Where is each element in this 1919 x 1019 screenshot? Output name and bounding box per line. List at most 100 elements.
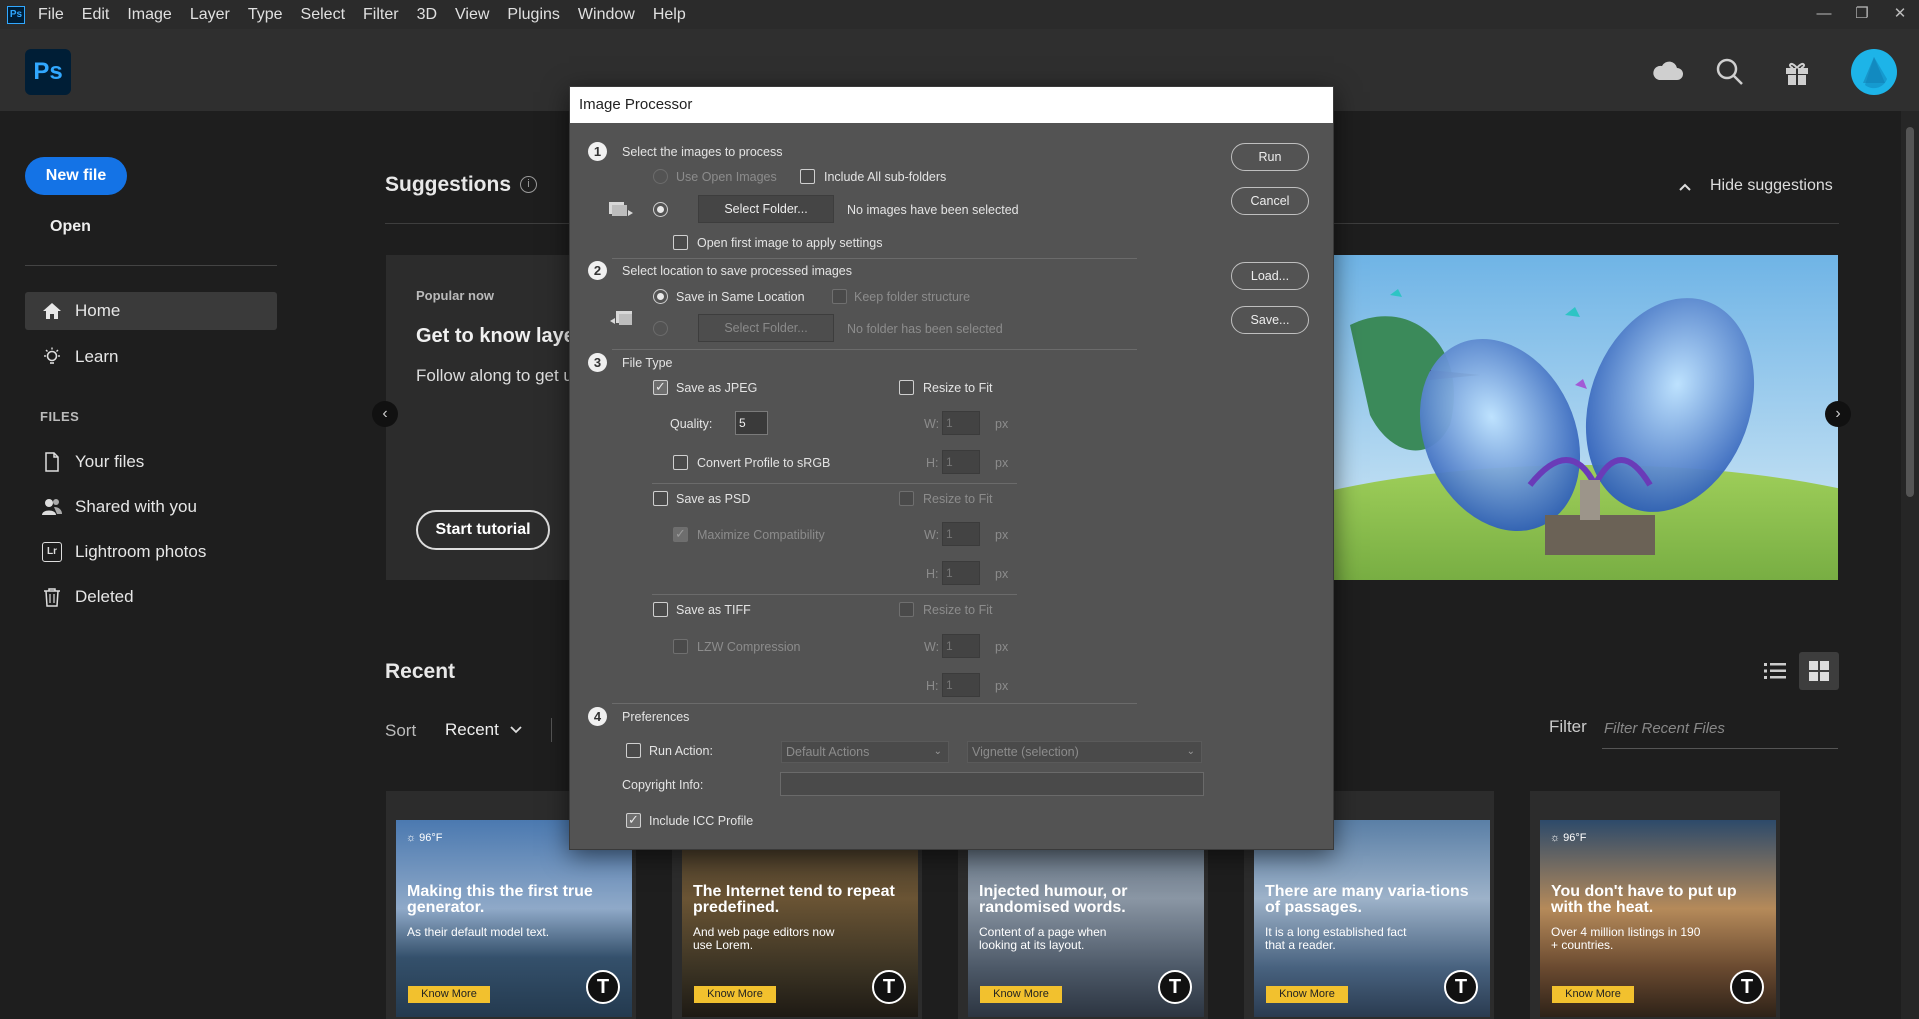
load-button[interactable]: Load... — [1231, 262, 1309, 290]
use-open-images-radio[interactable] — [653, 169, 668, 184]
run-action-label: Run Action: — [649, 744, 713, 758]
image-processor-dialog: Image Processor 1 Select the images to p… — [569, 86, 1334, 850]
psd-width-input[interactable]: 1 — [942, 522, 980, 546]
menu-view[interactable]: View — [455, 6, 489, 24]
save-as-tiff-checkbox[interactable] — [653, 602, 668, 617]
restore-icon[interactable]: ❐ — [1843, 0, 1881, 29]
psd-w-unit: px — [995, 528, 1009, 542]
menu-filter[interactable]: Filter — [363, 6, 399, 24]
thumb-subtext: As their default model text. — [407, 925, 550, 939]
menu-image[interactable]: Image — [127, 6, 171, 24]
tiff-width-input[interactable]: 1 — [942, 634, 980, 658]
jpeg-resize-checkbox[interactable] — [899, 380, 914, 395]
action-set-select[interactable]: Default Actions ⌄ — [781, 741, 949, 763]
run-button[interactable]: Run — [1231, 143, 1309, 171]
menu-select[interactable]: Select — [301, 6, 345, 24]
scrollbar-track[interactable] — [1901, 111, 1919, 1019]
include-subfolders-label: Include All sub-folders — [824, 170, 947, 184]
chevron-left-icon[interactable]: ‹ — [372, 401, 398, 427]
home-icon — [41, 300, 63, 322]
info-icon[interactable]: i — [520, 176, 537, 193]
action-select[interactable]: Vignette (selection) ⌄ — [967, 741, 1202, 763]
recent-thumb[interactable]: ☼ 96°F You don't have to put up with the… — [1540, 820, 1776, 1017]
menu-edit[interactable]: Edit — [82, 6, 110, 24]
sidebar-item-lightroom[interactable]: Lr Lightroom photos — [25, 533, 277, 571]
thumb-headline: There are many varia-tions of passages. — [1265, 883, 1469, 916]
psd-resize-label: Resize to Fit — [923, 492, 993, 506]
menu-window[interactable]: Window — [578, 6, 635, 24]
scrollbar-thumb[interactable] — [1906, 127, 1914, 497]
open-button[interactable]: Open — [50, 218, 91, 236]
include-icc-checkbox[interactable] — [626, 812, 641, 828]
tiff-height-input[interactable]: 1 — [942, 673, 980, 697]
lzw-checkbox[interactable] — [673, 639, 688, 654]
minimize-icon[interactable]: — — [1805, 0, 1843, 29]
cloud-icon[interactable] — [1650, 54, 1686, 90]
psd-w-label: W: — [924, 528, 940, 542]
select-folder-button-2[interactable]: Select Folder... — [698, 314, 834, 342]
psd-height-input[interactable]: 1 — [942, 561, 980, 585]
ps-home-logo[interactable]: Ps — [25, 49, 71, 95]
know-more-button: Know More — [1266, 986, 1348, 1003]
save-as-jpeg-checkbox[interactable] — [653, 379, 668, 395]
include-subfolders-checkbox[interactable] — [800, 169, 815, 184]
menu-help[interactable]: Help — [653, 6, 686, 24]
menu-3d[interactable]: 3D — [417, 6, 437, 24]
list-view-icon[interactable] — [1755, 652, 1795, 690]
cancel-button[interactable]: Cancel — [1231, 187, 1309, 215]
search-icon[interactable] — [1712, 54, 1748, 90]
chevron-up-icon[interactable] — [1678, 177, 1692, 197]
menu-plugins[interactable]: Plugins — [507, 6, 559, 24]
keep-folder-structure-label: Keep folder structure — [854, 290, 971, 304]
thumb-subtext: It is a long established fact that a rea… — [1265, 925, 1407, 952]
know-more-button: Know More — [980, 986, 1062, 1003]
maximize-compat-checkbox[interactable] — [673, 526, 688, 542]
thumb-subtext: Content of a page when looking at its la… — [979, 925, 1107, 952]
keep-folder-structure-checkbox[interactable] — [832, 289, 847, 304]
copyright-input[interactable] — [780, 772, 1204, 796]
dialog-title: Image Processor — [570, 87, 1333, 123]
menu-type[interactable]: Type — [248, 6, 283, 24]
tiff-resize-checkbox[interactable] — [899, 602, 914, 617]
filter-label: Filter — [1549, 717, 1587, 736]
sidebar-item-deleted[interactable]: Deleted — [25, 578, 277, 616]
save-settings-button[interactable]: Save... — [1231, 306, 1309, 334]
lightbulb-icon — [41, 346, 63, 368]
filter-input[interactable]: Filter Recent Files — [1602, 715, 1838, 749]
menu-file[interactable]: File — [38, 6, 64, 24]
chevron-right-icon[interactable]: › — [1825, 401, 1851, 427]
save-as-psd-checkbox[interactable] — [653, 491, 668, 506]
sidebar-item-your-files[interactable]: Your files — [25, 443, 277, 481]
open-first-image-checkbox[interactable] — [673, 235, 688, 250]
jpeg-height-input[interactable]: 1 — [942, 450, 980, 474]
hide-suggestions-button[interactable]: Hide suggestions — [1710, 177, 1833, 195]
grid-view-icon[interactable] — [1799, 652, 1839, 690]
close-icon[interactable]: ✕ — [1881, 0, 1919, 29]
user-avatar[interactable] — [1851, 49, 1897, 95]
select-folder-button-1[interactable]: Select Folder... — [698, 195, 834, 223]
run-action-checkbox[interactable] — [626, 743, 641, 758]
step-divider — [612, 703, 1137, 704]
sidebar-item-learn[interactable]: Learn — [25, 338, 277, 376]
file-icon — [41, 451, 63, 473]
save-same-location-radio[interactable] — [653, 289, 668, 304]
jpeg-h-unit: px — [995, 456, 1009, 470]
folder-status: No folder has been selected — [847, 322, 1003, 336]
jpeg-width-input[interactable]: 1 — [942, 411, 980, 435]
convert-srgb-checkbox[interactable] — [673, 455, 688, 470]
gift-icon[interactable] — [1779, 54, 1815, 90]
sidebar-item-shared[interactable]: Shared with you — [25, 488, 277, 526]
select-save-folder-radio[interactable] — [653, 321, 668, 336]
select-folder-radio[interactable] — [653, 202, 668, 217]
psd-resize-checkbox[interactable] — [899, 491, 914, 506]
new-file-button[interactable]: New file — [25, 157, 127, 195]
sidebar-item-home[interactable]: Home — [25, 292, 277, 330]
quality-input[interactable]: 5 — [735, 411, 768, 435]
jpeg-w-unit: px — [995, 417, 1009, 431]
menu-layer[interactable]: Layer — [190, 6, 230, 24]
know-more-button: Know More — [1552, 986, 1634, 1003]
start-tutorial-button[interactable]: Start tutorial — [416, 510, 550, 550]
photoshop-logo-icon: Ps — [7, 5, 25, 24]
trash-icon — [41, 586, 63, 608]
sort-dropdown[interactable]: Recent — [445, 720, 522, 740]
